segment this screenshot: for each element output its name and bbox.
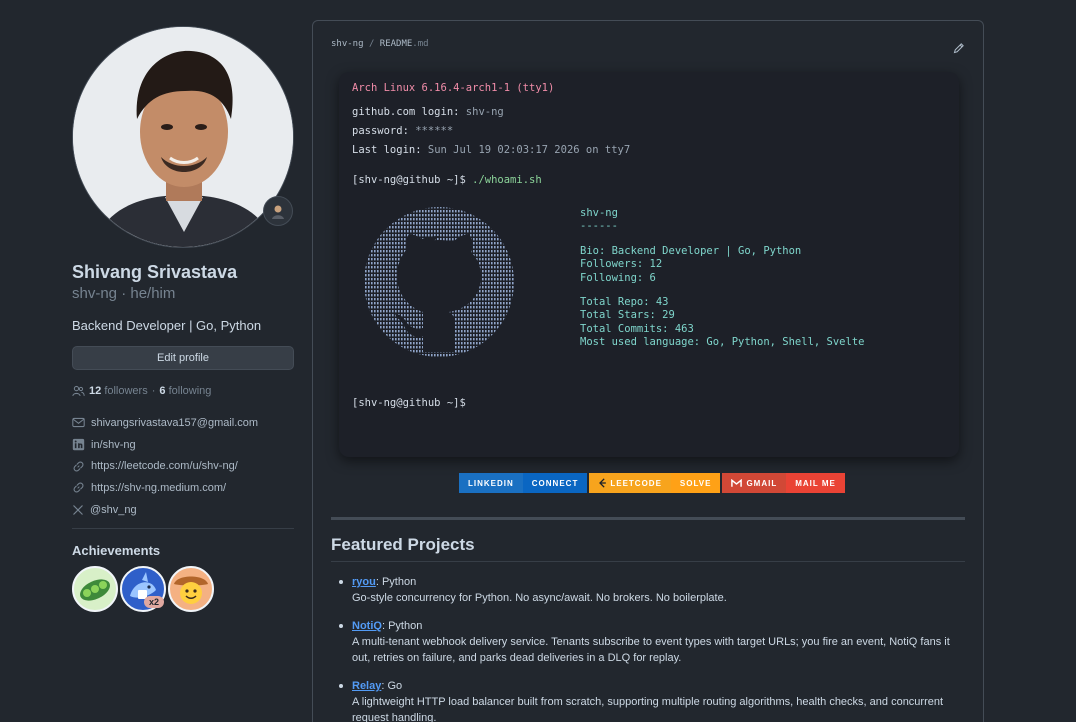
info-bio: Bio: Backend Developer | Go, Python bbox=[580, 244, 802, 257]
profile-name: Shivang Srivastava bbox=[72, 262, 238, 282]
project-description: Go-style concurrency for Python. No asyn… bbox=[352, 592, 727, 604]
section-divider bbox=[331, 517, 965, 520]
avatar[interactable] bbox=[72, 26, 294, 248]
avatar-photo bbox=[73, 27, 293, 247]
achievements-list: x2 bbox=[72, 566, 294, 613]
info-languages: Most used language: Go, Python, Shell, S… bbox=[580, 336, 865, 349]
cowboy-badge-icon bbox=[168, 566, 214, 613]
info-user: shv-ng bbox=[580, 207, 618, 219]
info-following: Following: 6 bbox=[580, 271, 656, 284]
linkedin-shield[interactable]: LINKEDIN CONNECT bbox=[459, 473, 588, 493]
people-icon bbox=[72, 385, 85, 397]
follow-separator: · bbox=[151, 385, 156, 397]
project-item: ryou: Python Go-style concurrency for Py… bbox=[335, 574, 965, 606]
info-repos: Total Repo: 43 bbox=[580, 296, 669, 309]
breadcrumb-file: README bbox=[379, 39, 413, 49]
profile-bio: Backend Developer | Go, Python bbox=[72, 318, 262, 333]
social-shields: LINKEDIN CONNECT LEETCODE SOLVE GMAIL MA… bbox=[459, 473, 845, 493]
shield-label: LEETCODE bbox=[589, 473, 671, 493]
shield-label: LINKEDIN bbox=[459, 473, 523, 493]
project-item: Relay: Go A lightweight HTTP load balanc… bbox=[335, 678, 965, 722]
featured-projects-list: ryou: Python Go-style concurrency for Py… bbox=[335, 574, 965, 722]
terminal-command-line: [shv-ng@github ~]$ ./whoami.sh bbox=[352, 174, 542, 186]
quickdraw-badge[interactable] bbox=[168, 566, 214, 613]
octocat-ascii-icon bbox=[353, 206, 525, 358]
project-link-relay[interactable]: Relay bbox=[352, 680, 381, 692]
project-description: A lightweight HTTP load balancer built f… bbox=[352, 696, 944, 722]
whoami-output: shv-ng ------ Bio: Backend Developer | G… bbox=[580, 207, 864, 350]
shield-message: CONNECT bbox=[522, 473, 588, 493]
edit-readme-button[interactable] bbox=[953, 41, 965, 59]
medium-url-link[interactable]: https://shv-ng.medium.com/ bbox=[72, 477, 294, 499]
achievements-heading: Achievements bbox=[72, 543, 161, 559]
shield-label: GMAIL bbox=[722, 473, 787, 493]
peas-badge-icon bbox=[72, 566, 118, 613]
info-stars: Total Stars: 29 bbox=[580, 309, 675, 322]
mail-icon bbox=[72, 418, 85, 428]
project-link-ryou[interactable]: ryou bbox=[352, 576, 376, 588]
profile-links: shivangsrivastava157@gmail.com in/shv-ng… bbox=[72, 412, 294, 520]
gmail-shield[interactable]: GMAIL MAIL ME bbox=[722, 473, 845, 493]
avatar-container bbox=[72, 26, 294, 248]
terminal-password-line: password: ****** bbox=[352, 125, 454, 137]
info-commits: Total Commits: 463 bbox=[580, 322, 694, 335]
featured-projects-heading: Featured Projects bbox=[331, 535, 965, 562]
link-icon bbox=[73, 461, 84, 472]
edit-profile-button[interactable]: Edit profile bbox=[72, 346, 294, 370]
x-link[interactable]: @shv_ng bbox=[72, 499, 294, 521]
sidebar-divider bbox=[72, 528, 294, 530]
terminal-banner: Arch Linux 6.16.4-arch1-1 (tty1) bbox=[352, 82, 555, 94]
email-link[interactable]: shivangsrivastava157@gmail.com bbox=[72, 412, 294, 434]
terminal-last-login-line: Last login: Sun Jul 19 02:03:17 2026 on … bbox=[352, 144, 631, 156]
follow-stats: 12 followers · 6 following bbox=[72, 385, 294, 397]
terminal-login-line: github.com login: shv-ng bbox=[352, 106, 504, 118]
badge-multiplier: x2 bbox=[144, 596, 165, 609]
profile-sidebar: Shivang Srivastava shv-ng · he/him Backe… bbox=[72, 26, 294, 613]
github-ascii-logo bbox=[353, 206, 525, 358]
gmail-icon bbox=[731, 478, 743, 487]
status-avatar-icon bbox=[272, 205, 284, 219]
readme-breadcrumb: shv-ng / README.md bbox=[331, 39, 429, 49]
terminal-window: Arch Linux 6.16.4-arch1-1 (tty1) github.… bbox=[339, 72, 959, 457]
leetcode-url-link[interactable]: https://leetcode.com/u/shv-ng/ bbox=[72, 455, 294, 477]
x-icon bbox=[73, 504, 83, 515]
info-underline: ------ bbox=[580, 220, 618, 233]
status-emoji-button[interactable] bbox=[263, 196, 293, 226]
readme-card: shv-ng / README.md Arch Linux 6.16.4-arc… bbox=[312, 20, 984, 722]
info-followers: Followers: 12 bbox=[580, 258, 663, 271]
profile-handle: shv-ng · he/him bbox=[72, 285, 176, 302]
shield-message: SOLVE bbox=[670, 473, 721, 493]
pencil-icon bbox=[953, 43, 964, 54]
terminal-final-prompt: [shv-ng@github ~]$ bbox=[352, 397, 466, 409]
followers-link[interactable]: 12 followers bbox=[89, 385, 148, 397]
shield-message: MAIL ME bbox=[786, 473, 845, 493]
following-link[interactable]: 6 following bbox=[159, 385, 211, 397]
project-item: NotiQ: Python A multi-tenant webhook del… bbox=[335, 618, 965, 666]
pair-extraordinaire-badge[interactable] bbox=[72, 566, 118, 613]
link-icon bbox=[73, 482, 84, 493]
pull-shark-badge[interactable]: x2 bbox=[120, 566, 166, 613]
project-description: A multi-tenant webhook delivery service.… bbox=[352, 636, 950, 664]
leetcode-icon bbox=[599, 478, 607, 488]
leetcode-shield[interactable]: LEETCODE SOLVE bbox=[589, 473, 721, 493]
linkedin-link[interactable]: in/shv-ng bbox=[72, 434, 294, 456]
project-link-notiq[interactable]: NotiQ bbox=[352, 620, 382, 632]
linkedin-icon bbox=[72, 438, 85, 451]
breadcrumb-repo[interactable]: shv-ng bbox=[331, 39, 364, 49]
